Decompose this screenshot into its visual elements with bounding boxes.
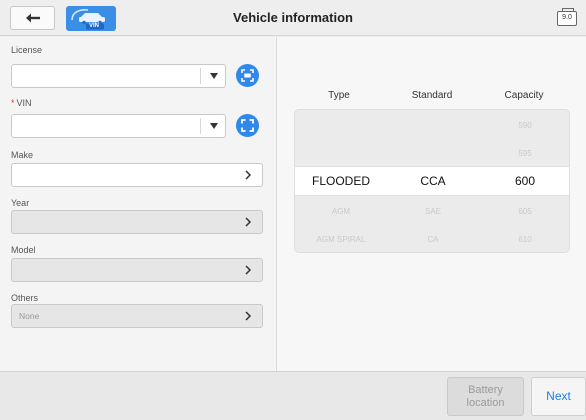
- vin-label: * VIN: [11, 98, 32, 108]
- picker-cell-standard: CCA: [420, 174, 446, 188]
- year-label: Year: [11, 198, 30, 208]
- column-header-capacity: Capacity: [504, 90, 544, 101]
- chevron-right-icon: [245, 311, 252, 321]
- dropdown-divider: [200, 68, 201, 84]
- version-icon[interactable]: 9.0: [557, 8, 577, 26]
- required-mark: *: [11, 98, 15, 108]
- chevron-right-icon: [245, 265, 252, 275]
- vehicle-form-panel: License * VIN Make Year Model Others Non…: [0, 37, 276, 371]
- column-header-standard: Standard: [411, 90, 453, 101]
- column-header-type: Type: [328, 90, 350, 101]
- battery-spec-panel: Type Standard Capacity 590 595 FLOODED C…: [276, 37, 586, 371]
- others-selector[interactable]: None: [11, 304, 263, 328]
- license-label: License: [11, 45, 43, 55]
- chevron-right-icon: [245, 217, 252, 227]
- vin-scan-button[interactable]: [236, 114, 259, 137]
- dropdown-arrow-icon: [210, 123, 218, 129]
- battery-picker-wheel[interactable]: 590 595 FLOODED CCA 600 AGM SAE 605 AGM …: [294, 109, 570, 253]
- year-selector[interactable]: [11, 210, 263, 234]
- make-label: Make: [11, 150, 34, 160]
- picker-cell-type: FLOODED: [311, 174, 370, 188]
- picker-cell-capacity: 595: [518, 149, 532, 158]
- back-arrow-icon: [25, 13, 40, 23]
- picker-cell-capacity: 610: [518, 235, 532, 244]
- battery-location-label-line2: location: [466, 397, 505, 409]
- chevron-right-icon: [245, 170, 252, 180]
- scan-plate-icon: [241, 69, 254, 82]
- dropdown-divider: [200, 118, 201, 134]
- scan-frame-icon: [241, 119, 254, 132]
- bottom-bar: Battery location Next: [0, 371, 586, 420]
- next-button[interactable]: Next: [531, 377, 586, 416]
- vin-label-text: VIN: [16, 98, 32, 108]
- back-button[interactable]: [10, 6, 55, 30]
- license-dropdown[interactable]: [11, 64, 226, 88]
- top-bar: VIN Vehicle information 9.0: [0, 0, 586, 36]
- picker-cell-type: AGM: [331, 207, 351, 216]
- picker-row[interactable]: 595: [295, 140, 569, 168]
- dropdown-arrow-icon: [210, 73, 218, 79]
- model-label: Model: [11, 245, 36, 255]
- vin-dropdown[interactable]: [11, 114, 226, 138]
- picker-cell-standard: SAE: [424, 207, 441, 216]
- picker-cell-capacity: 600: [514, 174, 536, 188]
- make-selector[interactable]: [11, 163, 263, 187]
- vin-logo-label: VIN: [89, 23, 100, 29]
- version-badge: 9.0: [562, 14, 572, 21]
- others-value: None: [19, 311, 40, 321]
- picker-row[interactable]: AGM SAE 605: [295, 198, 569, 226]
- picker-cell-capacity: 605: [518, 207, 532, 216]
- battery-location-label-line1: Battery: [468, 384, 503, 396]
- picker-cell-type: AGM SPIRAL: [316, 235, 366, 244]
- model-selector[interactable]: [11, 258, 263, 282]
- license-scan-button[interactable]: [236, 64, 259, 87]
- picker-row[interactable]: 590: [295, 112, 569, 140]
- picker-cell-standard: CA: [427, 235, 439, 244]
- picker-row-selected[interactable]: FLOODED CCA 600: [295, 166, 569, 196]
- picker-cell-capacity: 590: [518, 121, 532, 130]
- vin-scan-logo-button[interactable]: VIN: [66, 6, 116, 31]
- battery-location-button[interactable]: Battery location: [447, 377, 524, 416]
- others-label: Others: [11, 293, 39, 303]
- picker-row[interactable]: AGM SPIRAL CA 610: [295, 226, 569, 252]
